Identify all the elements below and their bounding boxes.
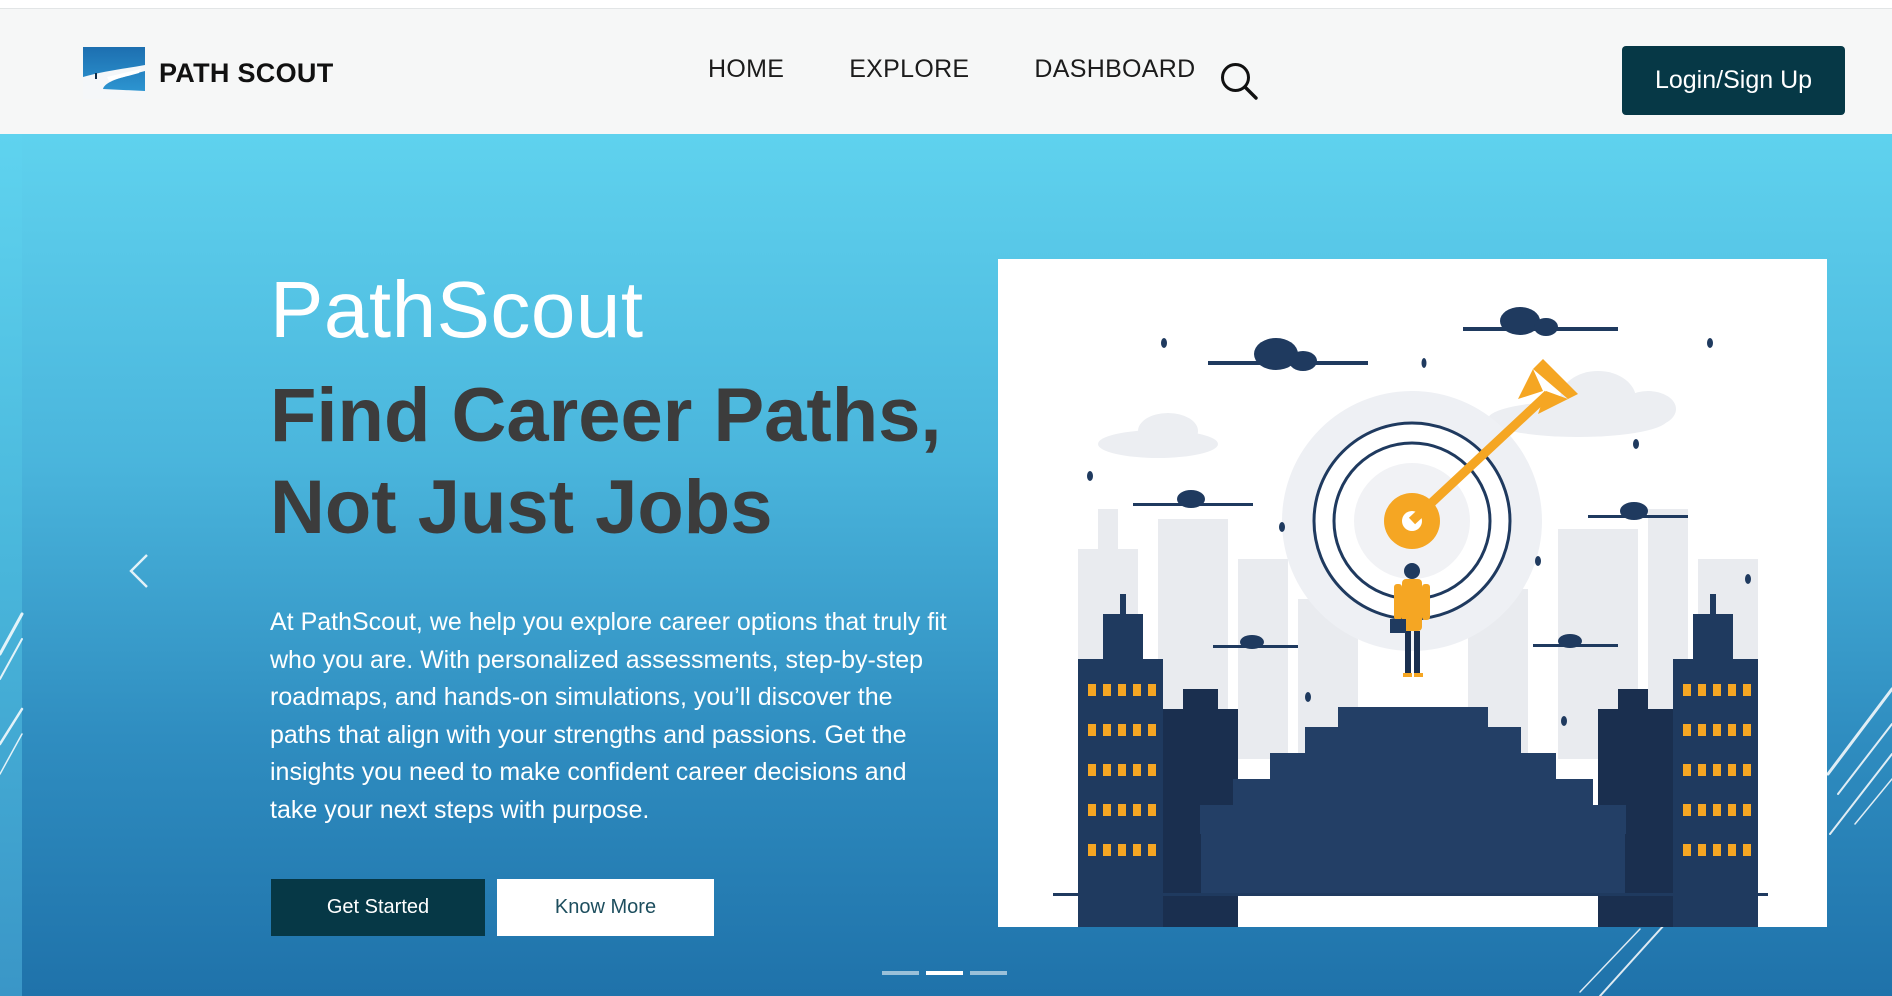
hero-illustration bbox=[998, 259, 1827, 927]
carousel-indicator-3[interactable] bbox=[970, 971, 1007, 975]
navbar: PATH SCOUT HOME EXPLORE DASHBOARD Login/… bbox=[0, 9, 1892, 134]
search-icon[interactable] bbox=[1219, 61, 1259, 101]
brand[interactable]: PATH SCOUT bbox=[83, 47, 334, 99]
carousel-indicators bbox=[882, 971, 1014, 975]
brand-name: PATH SCOUT bbox=[159, 57, 334, 88]
nav-dashboard[interactable]: DASHBOARD bbox=[1034, 55, 1195, 84]
carousel-indicator-1[interactable] bbox=[882, 971, 919, 975]
hero-description: At PathScout, we help you explore career… bbox=[270, 608, 947, 824]
hero-edge bbox=[0, 134, 22, 996]
career-target-illustration bbox=[1053, 307, 1768, 927]
road-logo-icon bbox=[83, 47, 145, 99]
top-border bbox=[0, 0, 1892, 9]
hero-heading-line1: Find Career Paths, bbox=[270, 373, 942, 458]
carousel-indicator-2[interactable] bbox=[926, 971, 963, 975]
hero-carousel: PathScout Find Career Paths, Not Just Jo… bbox=[0, 134, 1892, 996]
hero-title: PathScout bbox=[270, 265, 644, 354]
know-more-button[interactable]: Know More bbox=[497, 879, 714, 936]
nav-home[interactable]: HOME bbox=[708, 55, 784, 84]
hero-heading: Find Career Paths, Not Just Jobs bbox=[270, 370, 990, 554]
nav-explore[interactable]: EXPLORE bbox=[849, 55, 969, 84]
login-signup-button[interactable]: Login/Sign Up bbox=[1622, 46, 1845, 115]
main-nav: HOME EXPLORE DASHBOARD bbox=[708, 55, 1260, 84]
get-started-button[interactable]: Get Started bbox=[271, 879, 485, 936]
hero-heading-line2: Not Just Jobs bbox=[270, 465, 773, 550]
chevron-left-icon[interactable] bbox=[127, 552, 151, 590]
